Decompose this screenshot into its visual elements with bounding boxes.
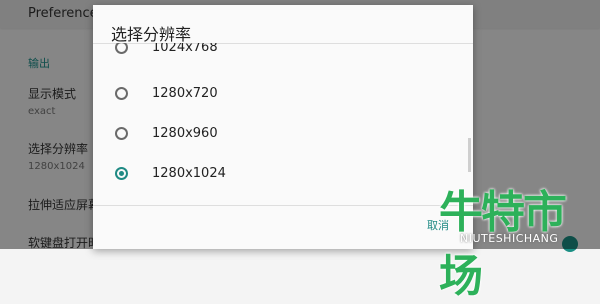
radio-unchecked-icon[interactable] xyxy=(115,126,128,140)
dialog-title: 选择分辨率 xyxy=(111,25,192,44)
option-1280x960[interactable]: 1280x960 xyxy=(93,115,473,151)
radio-unchecked-icon[interactable] xyxy=(115,43,128,54)
option-1280x720[interactable]: 1280x720 xyxy=(93,75,473,111)
divider xyxy=(93,205,473,206)
resolution-dialog: 选择分辨率 1024x768 1280x720 1280x960 1280x10… xyxy=(93,5,473,249)
scrollbar[interactable] xyxy=(468,138,471,172)
options-list[interactable]: 1024x768 1280x720 1280x960 1280x1024 xyxy=(93,43,473,208)
radio-checked-icon[interactable] xyxy=(115,166,128,180)
option-label: 1024x768 xyxy=(152,43,218,55)
option-label: 1280x720 xyxy=(152,85,218,101)
watermark-text: NIUTESHICHANG xyxy=(460,232,559,245)
option-label: 1280x1024 xyxy=(152,165,226,181)
radio-unchecked-icon[interactable] xyxy=(115,86,128,100)
option-1024x768[interactable]: 1024x768 xyxy=(93,43,473,65)
option-label: 1280x960 xyxy=(152,125,218,141)
option-1280x1024[interactable]: 1280x1024 xyxy=(93,155,473,191)
